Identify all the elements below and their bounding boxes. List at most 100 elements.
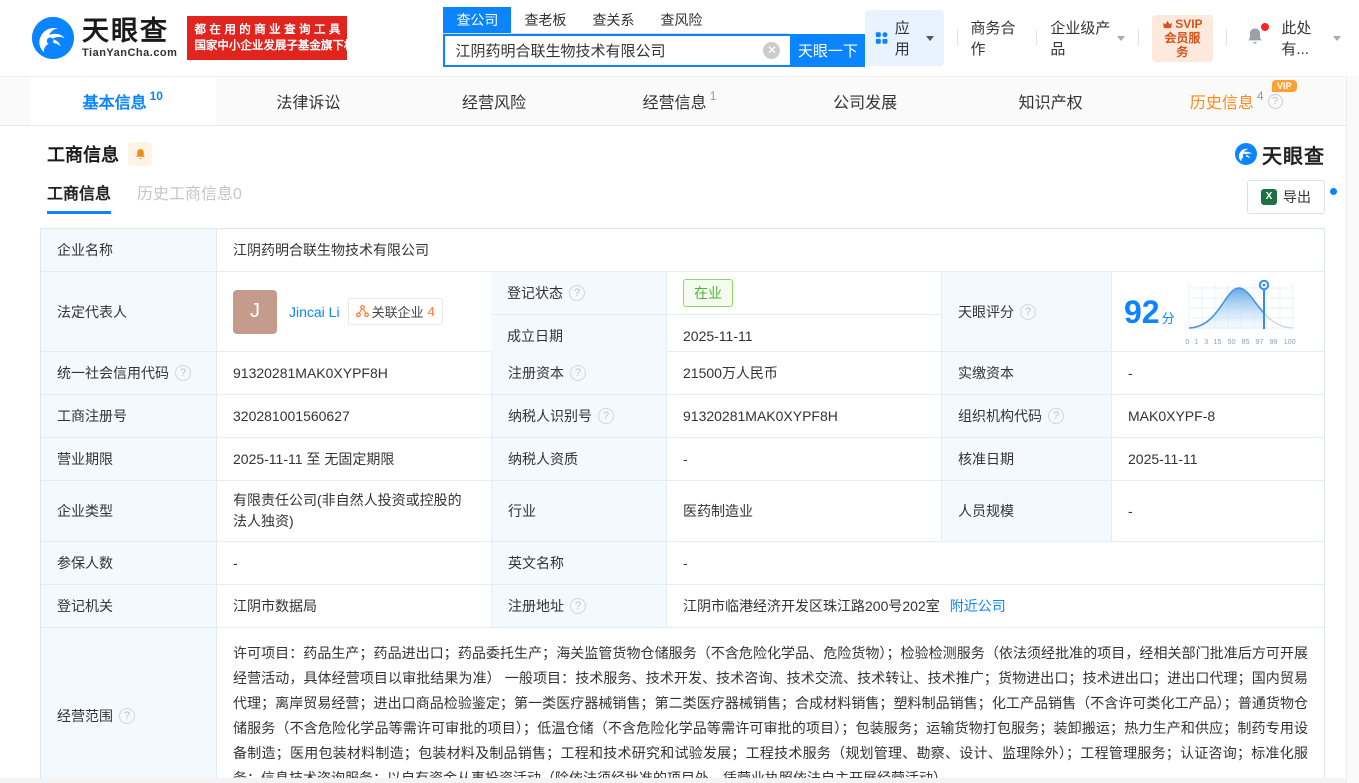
field-label: 登记机关 — [41, 585, 216, 627]
top-nav: 应用 商务合作 企业级产品 SVIP 会员服务 — [865, 10, 1341, 66]
legal-rep-link[interactable]: Jincai Li — [289, 304, 340, 320]
svip-member-button[interactable]: SVIP 会员服务 — [1152, 15, 1212, 62]
tianyancha-logo-icon — [30, 15, 76, 61]
nearby-companies-link[interactable]: 附近公司 — [950, 596, 1006, 616]
help-icon[interactable]: ? — [569, 285, 585, 301]
tab-intellectual-property[interactable]: 知识产权 — [958, 77, 1144, 125]
scrollbar[interactable] — [1346, 76, 1359, 783]
subtab-history-business-info[interactable]: 历史工商信息0 — [137, 180, 242, 214]
field-label: 纳税人识别号? — [491, 395, 666, 437]
tianyan-score[interactable]: 92 分 — [1124, 278, 1297, 346]
score-distribution-chart: 0131550859799100 — [1185, 278, 1297, 346]
header: 天眼查 TianYanCha.com 都在用的商业查询工具 国家中小企业发展子基… — [0, 0, 1359, 76]
help-icon[interactable]: ? — [598, 408, 614, 424]
search-box: 查公司 查老板 查关系 查风险 ✕ 天眼一下 — [443, 10, 865, 67]
vip-badge: VIP — [1272, 80, 1297, 92]
establish-date-value: 2025-11-11 — [666, 315, 941, 357]
subtab-row: 工商信息 历史工商信息0 X 导出 — [40, 178, 1325, 214]
legal-rep-cell: J Jincai Li 关联企业 4 — [216, 272, 491, 351]
tab-company-development[interactable]: 公司发展 — [772, 77, 958, 125]
watermark: 天眼查 — [1234, 140, 1325, 169]
taxpayer-id-value: 91320281MAK0XYPF8H — [666, 395, 941, 437]
field-label: 登记状态 ? — [491, 272, 666, 314]
brand-domain: TianYanCha.com — [82, 48, 177, 59]
tab-label: 经营风险 — [462, 89, 526, 113]
search-input[interactable] — [443, 34, 790, 67]
help-icon[interactable]: ? — [570, 365, 586, 381]
nav-enterprise[interactable]: 企业级产品 — [1050, 17, 1125, 59]
export-label: 导出 — [1283, 187, 1311, 207]
search-tab-boss[interactable]: 查老板 — [511, 7, 579, 33]
field-label: 天眼评分 ? — [941, 272, 1111, 351]
field-label: 注册资本? — [491, 352, 666, 394]
table-row: 经营范围? 许可项目：药品生产；药品进出口；药品委托生产；海关监管货物仓储服务（… — [41, 627, 1324, 783]
score-unit: 分 — [1162, 308, 1175, 327]
paid-capital-value: - — [1111, 352, 1324, 394]
tab-count: 4 — [1257, 89, 1264, 103]
tab-label: 历史信息 — [1190, 89, 1254, 113]
notifications-button[interactable] — [1245, 26, 1265, 51]
reg-capital-value: 21500万人民币 — [666, 352, 941, 394]
user-menu[interactable]: 此处有... — [1281, 17, 1341, 59]
insured-count-value: - — [216, 542, 491, 584]
tab-label: 法律诉讼 — [276, 89, 340, 113]
tianyancha-logo[interactable]: 天眼查 TianYanCha.com — [30, 15, 177, 61]
svip-label-bottom: 会员服务 — [1164, 31, 1200, 59]
score-cell: 92 分 — [1111, 272, 1324, 351]
brand-slogan: 都在用的商业查询工具 国家中小企业发展子基金旗下机构 — [187, 16, 347, 60]
clear-icon[interactable]: ✕ — [763, 42, 780, 59]
chevron-down-icon — [1117, 36, 1125, 41]
chevron-down-icon — [926, 36, 934, 41]
page-bottom-strip — [0, 778, 1359, 783]
subtab-business-info[interactable]: 工商信息 — [47, 180, 111, 214]
approval-date-value: 2025-11-11 — [1111, 438, 1324, 480]
status-date-column: 登记状态 ? 在业 成立日期 2025-11-11 — [491, 272, 941, 351]
tab-operation-risk[interactable]: 经营风险 — [401, 77, 587, 125]
help-icon[interactable]: ? — [119, 708, 135, 724]
monitor-button[interactable] — [128, 142, 152, 166]
field-label: 组织机构代码? — [941, 395, 1111, 437]
tab-legal-litigation[interactable]: 法律诉讼 — [216, 77, 402, 125]
tab-history-info[interactable]: VIP 历史信息 4 ? — [1143, 77, 1329, 125]
help-icon[interactable]: ? — [1268, 94, 1283, 109]
tab-basic-info[interactable]: 基本信息 10 — [30, 77, 216, 125]
apps-grid-icon — [875, 30, 888, 46]
field-label: 实缴资本 — [941, 352, 1111, 394]
divider — [1138, 30, 1139, 46]
status-badge: 在业 — [683, 279, 733, 307]
search-tab-relation[interactable]: 查关系 — [579, 7, 647, 33]
field-label: 核准日期 — [941, 438, 1111, 480]
section-title: 工商信息 — [47, 141, 119, 167]
tab-count: 1 — [710, 89, 717, 103]
divider — [1036, 30, 1037, 46]
tianyancha-watermark-icon — [1234, 142, 1258, 166]
floating-widget-dot[interactable] — [1330, 188, 1337, 195]
field-label: 营业期限 — [41, 438, 216, 480]
search-tabs: 查公司 查老板 查关系 查风险 — [443, 10, 790, 34]
field-label: 成立日期 — [491, 315, 666, 357]
apps-menu[interactable]: 应用 — [865, 10, 943, 66]
reg-authority-value: 江阴市数据局 — [216, 585, 491, 627]
nav-cooperation[interactable]: 商务合作 — [971, 17, 1024, 59]
table-row: 营业期限 2025-11-11 至 无固定期限 纳税人资质 - 核准日期 202… — [41, 437, 1324, 480]
search-button[interactable]: 天眼一下 — [790, 34, 865, 67]
avatar[interactable]: J — [233, 290, 277, 334]
reg-address-cell: 江阴市临港经济开发区珠江路200号202室 附近公司 — [666, 585, 1324, 627]
search-tab-risk[interactable]: 查风险 — [647, 7, 715, 33]
tianyancha-company-page: 天眼查 TianYanCha.com 都在用的商业查询工具 国家中小企业发展子基… — [0, 0, 1359, 783]
help-icon[interactable]: ? — [570, 598, 586, 614]
related-companies-badge[interactable]: 关联企业 4 — [348, 298, 443, 325]
business-scope-value: 许可项目：药品生产；药品进出口；药品委托生产；海关监管货物仓储服务（不含危险化学… — [233, 641, 1308, 783]
reg-status-cell: 在业 — [666, 272, 941, 314]
tab-operation-info[interactable]: 经营信息 1 — [587, 77, 773, 125]
search-tab-company[interactable]: 查公司 — [443, 7, 511, 33]
english-name-value: - — [666, 542, 1324, 584]
tab-count: 10 — [150, 89, 163, 103]
help-icon[interactable]: ? — [1020, 304, 1036, 320]
help-icon[interactable]: ? — [175, 365, 191, 381]
table-row: 工商注册号 320281001560627 纳税人识别号? 91320281MA… — [41, 394, 1324, 437]
field-label: 经营范围? — [41, 628, 216, 783]
crown-icon — [1162, 20, 1173, 29]
export-button[interactable]: X 导出 — [1247, 180, 1325, 214]
help-icon[interactable]: ? — [1048, 408, 1064, 424]
